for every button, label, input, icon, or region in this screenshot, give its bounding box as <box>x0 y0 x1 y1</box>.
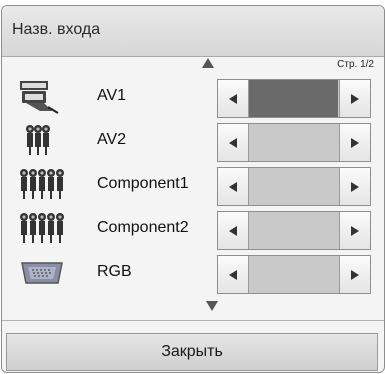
dialog-title-bar: Назв. входа <box>2 6 384 57</box>
divider <box>2 320 384 321</box>
vga-connector-icon <box>21 262 63 284</box>
input-label-component2: Component2 <box>97 219 189 236</box>
input-label-dialog: Назв. входа Стр. 1/2 AV1 AV2 Component1 … <box>1 5 385 373</box>
page-indicator: Стр. 1/2 <box>337 59 374 70</box>
label-selector-value <box>249 168 338 205</box>
input-label-av2: AV2 <box>97 131 127 148</box>
label-selector-value <box>249 212 338 249</box>
label-selector-av2[interactable] <box>217 123 371 162</box>
input-row-rgb[interactable]: RGB <box>2 251 384 295</box>
component-rca-connector-icon <box>20 169 64 199</box>
input-label-rgb: RGB <box>97 263 132 280</box>
previous-arrow-icon[interactable] <box>218 124 249 161</box>
composite-rca-connector-icon <box>26 125 50 155</box>
next-arrow-icon[interactable] <box>339 80 370 117</box>
label-selector-component1[interactable] <box>217 167 371 206</box>
scroll-up-icon[interactable] <box>202 58 214 68</box>
next-arrow-icon[interactable] <box>339 212 370 249</box>
input-row-component2[interactable]: Component2 <box>2 207 384 251</box>
input-label-component1: Component1 <box>97 175 189 192</box>
component-rca-connector-icon <box>20 213 64 243</box>
input-row-av2[interactable]: AV2 <box>2 119 384 163</box>
next-arrow-icon[interactable] <box>339 256 370 293</box>
input-row-av1[interactable]: AV1 <box>2 75 384 119</box>
label-selector-value <box>249 80 338 117</box>
scart-connector-icon <box>20 81 59 114</box>
input-label-av1: AV1 <box>97 87 127 104</box>
next-arrow-icon[interactable] <box>339 124 370 161</box>
next-arrow-icon[interactable] <box>339 168 370 205</box>
label-selector-value <box>249 124 338 161</box>
previous-arrow-icon[interactable] <box>218 80 249 117</box>
label-selector-value <box>249 256 338 293</box>
previous-arrow-icon[interactable] <box>218 212 249 249</box>
previous-arrow-icon[interactable] <box>218 168 249 205</box>
label-selector-rgb[interactable] <box>217 255 371 294</box>
previous-arrow-icon[interactable] <box>218 256 249 293</box>
label-selector-component2[interactable] <box>217 211 371 250</box>
label-selector-av1[interactable] <box>217 79 371 118</box>
close-button[interactable]: Закрыть <box>6 333 378 371</box>
dialog-title: Назв. входа <box>12 21 101 38</box>
input-row-component1[interactable]: Component1 <box>2 163 384 207</box>
scroll-down-icon[interactable] <box>206 301 218 311</box>
